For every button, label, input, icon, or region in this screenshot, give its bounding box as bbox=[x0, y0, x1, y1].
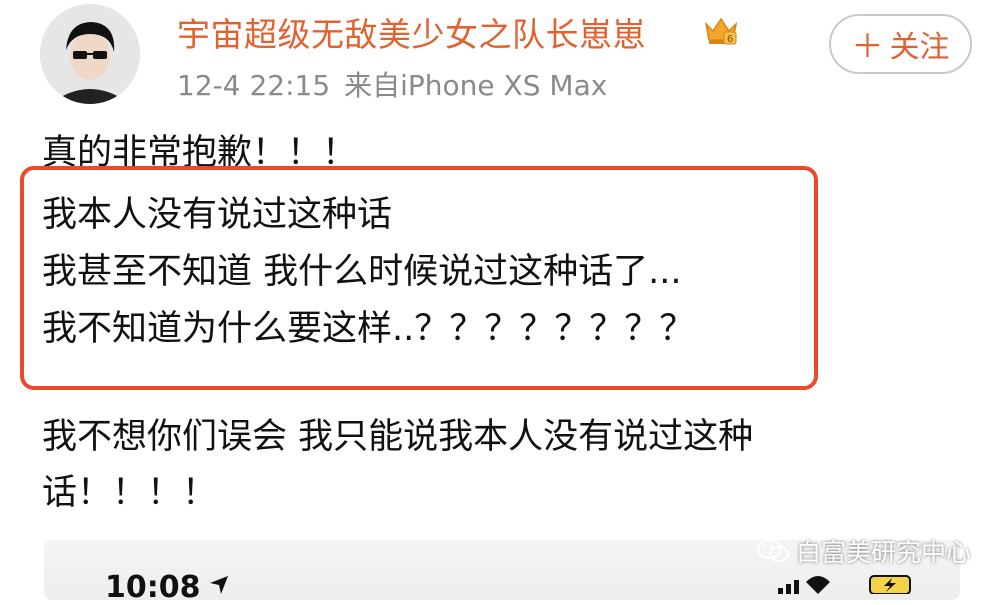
battery-icon bbox=[869, 575, 911, 595]
post-text-line: 话！！！！ bbox=[42, 473, 218, 513]
post-timestamp: 12-4 22:15 bbox=[177, 69, 331, 102]
post-text-line: 我甚至不知道 我什么时候说过这种话了... bbox=[42, 252, 682, 292]
user-avatar[interactable] bbox=[40, 4, 140, 104]
post-text-line: 我不想你们误会 我只能说我本人没有说过这种 bbox=[42, 417, 754, 457]
follow-label: 关注 bbox=[889, 30, 950, 65]
location-arrow-icon bbox=[208, 574, 230, 598]
crown-vip-icon: 6 bbox=[703, 14, 739, 46]
username[interactable]: 宇宙超级无敌美少女之队长崽崽 bbox=[177, 8, 646, 56]
svg-text:6: 6 bbox=[727, 34, 733, 45]
post-meta: 12-4 22:15 来自iPhone XS Max bbox=[177, 64, 607, 104]
post-text-line: 我不知道为什么要这样..？？？？？？？？ bbox=[42, 309, 695, 349]
status-bar-time: 10:08 bbox=[105, 570, 201, 605]
watermark-text: 白富美研究中心 bbox=[796, 538, 972, 567]
status-bar-icons bbox=[778, 574, 938, 598]
wifi-icon bbox=[806, 576, 830, 594]
plus-icon: ＋ bbox=[851, 27, 884, 65]
follow-button[interactable]: ＋ 关注 bbox=[829, 14, 972, 74]
post-text-line: 我本人没有说过这种话 bbox=[42, 195, 393, 235]
post-source: 来自iPhone XS Max bbox=[344, 69, 608, 102]
signal-icon bbox=[778, 580, 799, 594]
watermark: 白富美研究中心 bbox=[756, 533, 971, 569]
wechat-icon bbox=[757, 539, 789, 562]
